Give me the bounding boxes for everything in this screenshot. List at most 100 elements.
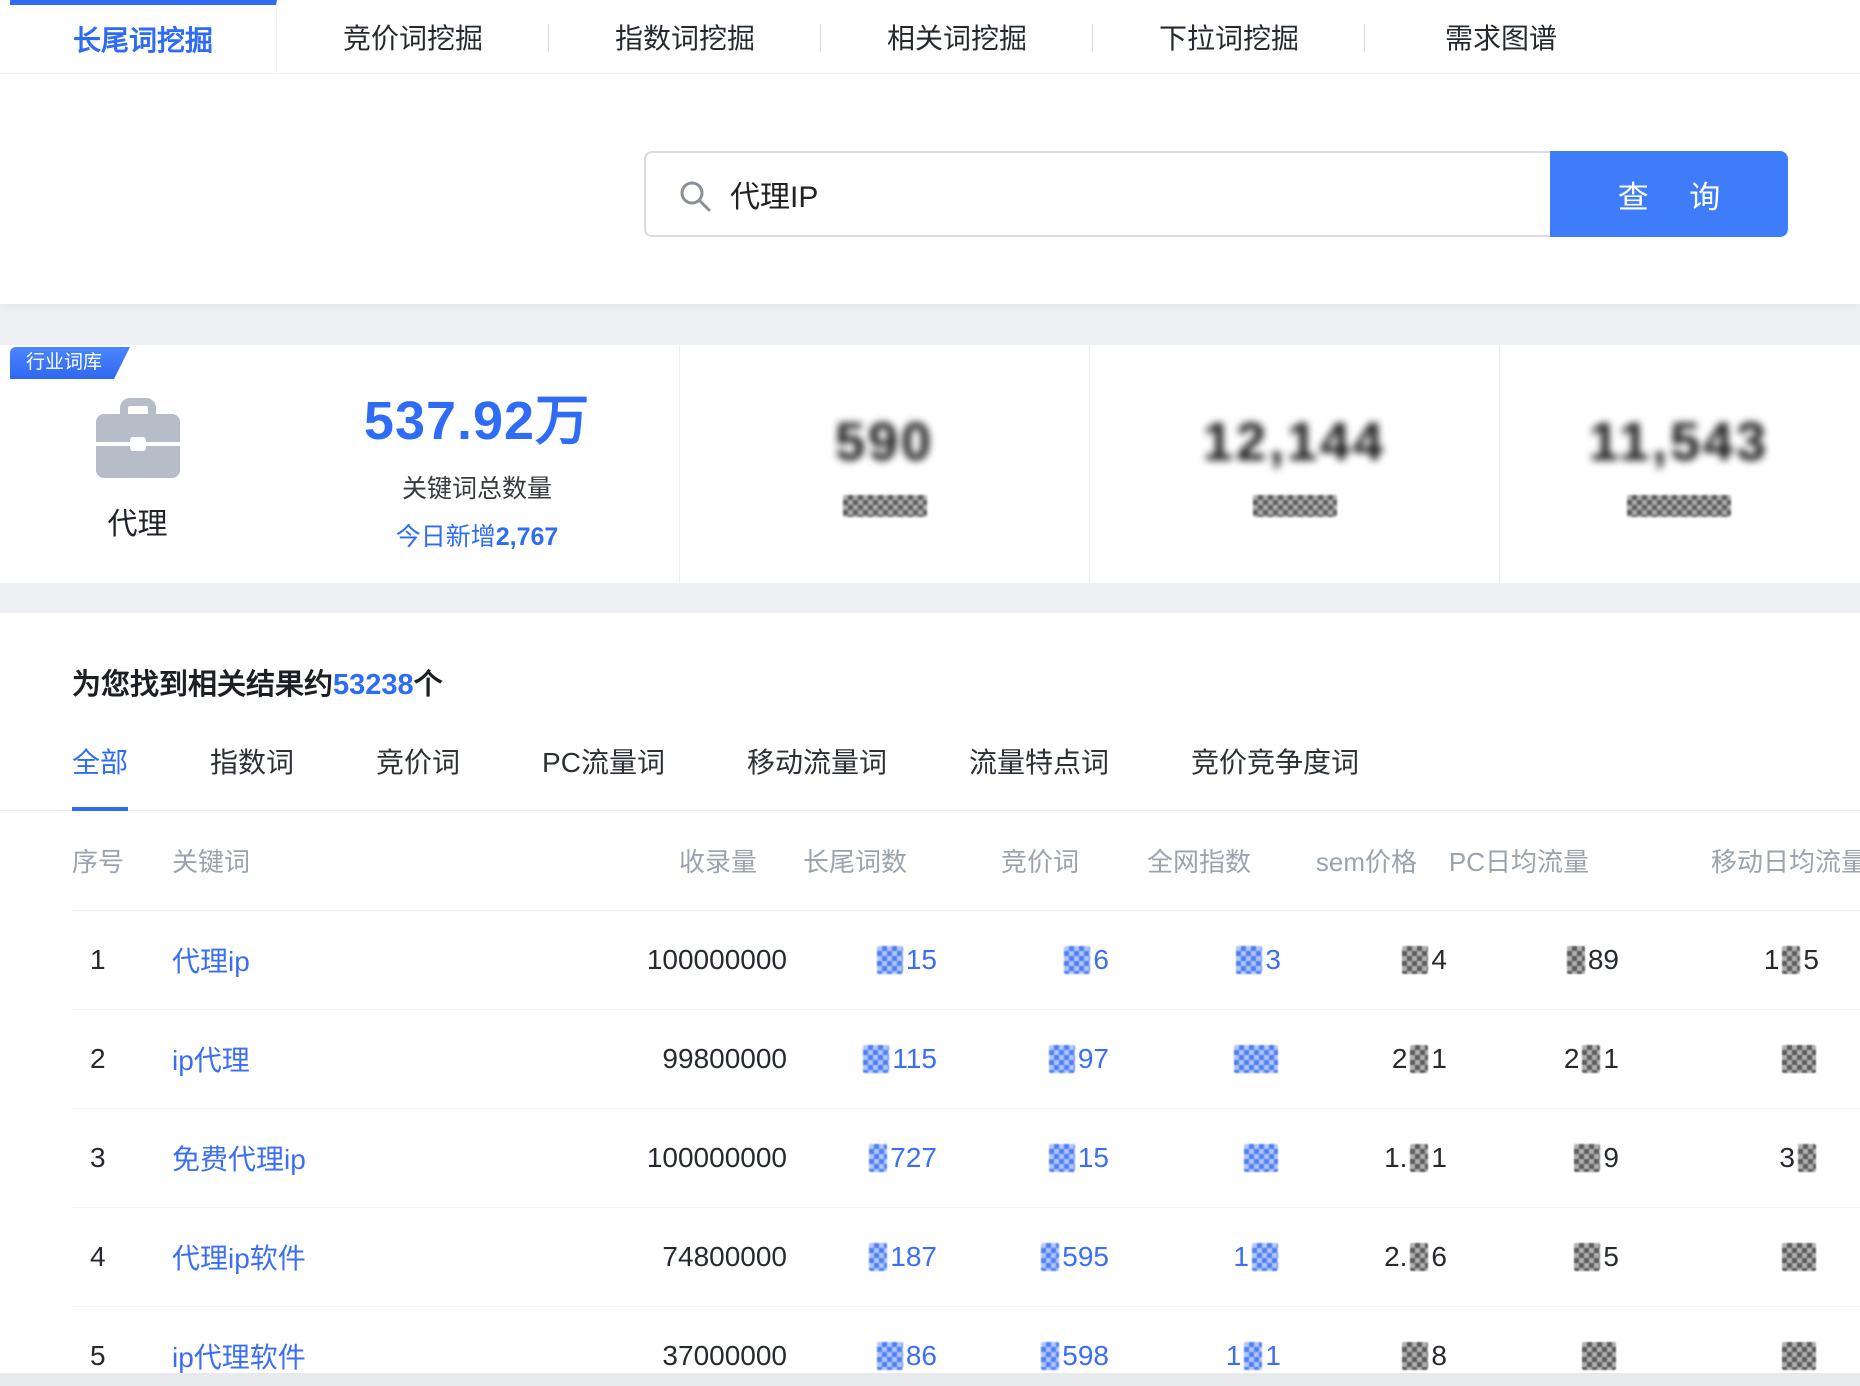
result-filter-tabs: 全部 指数词 竞价词 PC流量词 移动流量词 流量特点词 竞价竞争度词 [0,741,1860,811]
results-panel: 为您找到相关结果约53238个 全部 指数词 竞价词 PC流量词 移动流量词 流… [0,613,1860,1386]
mobile-traffic-cell [1619,1045,1819,1073]
industry-lexicon-card: 行业词库 代理 537.92万 关键词总数量 今日新增2,767 59 [0,345,1860,583]
search-area: 查 询 [644,151,1860,237]
censor-mosaic [1244,1144,1278,1172]
netindex-cell: 1 [1109,1241,1281,1273]
censor-mosaic [1567,946,1585,974]
tab-demand-graph[interactable]: 需求图谱 [1365,0,1637,73]
longtail-cell: 86 [787,1340,937,1372]
table-header-row: 序号 关键词 收录量 长尾词数 竞价词 全网指数 sem价格 PC日均流量 移动… [72,811,1860,911]
censored-stat-label [1253,495,1337,517]
censor-mosaic [1064,946,1090,974]
censor-mosaic [1402,946,1428,974]
inclusion-cell: 99800000 [647,1043,787,1075]
censor-mosaic [1782,1243,1816,1271]
blurred-stat-column: 590 [680,345,1090,583]
filter-tab-indexwords[interactable]: 指数词 [210,741,294,810]
censor-mosaic [1782,946,1800,974]
tab-longtail-mining[interactable]: 长尾词挖掘 [10,0,277,73]
header-mobile-daily-traffic: 移动日均流量 [1619,842,1860,879]
keyword-link[interactable]: 代理ip软件 [172,1237,647,1277]
keyword-link[interactable]: 免费代理ip [172,1138,647,1178]
censor-mosaic [1410,1144,1428,1172]
censor-mosaic [1582,1045,1600,1073]
today-new-prefix: 今日新增 [396,523,496,551]
summary-suffix: 个 [414,669,443,701]
censor-mosaic [1244,1342,1262,1370]
mining-panel: 长尾词挖掘 竞价词挖掘 指数词挖掘 相关词挖掘 下拉词挖掘 需求图谱 [0,0,1860,304]
tab-dropdownword-mining[interactable]: 下拉词挖掘 [1093,0,1365,73]
censor-mosaic [1574,1243,1600,1271]
table-row[interactable]: 3 免费代理ip 100000000 727 15 1.1 9 3 [72,1109,1860,1208]
query-button[interactable]: 查 询 [1550,151,1788,237]
horizontal-scrollbar[interactable] [0,1373,1860,1386]
blurred-stat-column: 11,543 [1500,345,1858,583]
results-summary: 为您找到相关结果约53238个 [0,613,1860,703]
briefcase-icon [90,396,186,484]
tab-label: 竞价词挖掘 [343,17,483,57]
header-keyword: 关键词 [172,842,647,879]
pc-traffic-cell [1447,1342,1619,1370]
tab-label: 长尾词挖掘 [73,19,213,59]
pc-traffic-cell: 21 [1447,1043,1619,1075]
keyword-total-label: 关键词总数量 [275,469,679,505]
keyword-tool-page: 长尾词挖掘 竞价词挖掘 指数词挖掘 相关词挖掘 下拉词挖掘 需求图谱 [0,0,1860,1386]
sem-price-cell: 2.6 [1281,1241,1447,1273]
row-index: 4 [72,1241,172,1273]
search-box [644,151,1550,237]
tab-indexword-mining[interactable]: 指数词挖掘 [549,0,821,73]
summary-prefix: 为您找到相关结果约 [72,669,333,701]
table-row[interactable]: 4 代理ip软件 74800000 187 595 1 2.6 5 [72,1208,1860,1307]
censor-mosaic [1234,1045,1278,1073]
longtail-cell: 187 [787,1241,937,1273]
mobile-traffic-cell [1619,1342,1819,1370]
censor-mosaic [1410,1045,1428,1073]
tab-bidword-mining[interactable]: 竞价词挖掘 [277,0,549,73]
header-pc-daily-traffic: PC日均流量 [1449,842,1619,879]
censor-mosaic [869,1144,887,1172]
censor-mosaic [1252,1243,1278,1271]
censor-mosaic [1041,1243,1059,1271]
censor-mosaic [1574,1144,1600,1172]
censor-mosaic [863,1045,889,1073]
sem-price-cell: 1.1 [1281,1142,1447,1174]
censor-mosaic [1236,946,1262,974]
bidword-cell: 15 [937,1142,1109,1174]
keyword-link[interactable]: ip代理 [172,1039,647,1079]
tab-label: 指数词挖掘 [615,17,755,57]
row-index: 5 [72,1340,172,1372]
netindex-cell [1109,1144,1281,1172]
table-row[interactable]: 2 ip代理 99800000 115 97 21 21 [72,1010,1860,1109]
filter-tab-bid-competition[interactable]: 竞价竞争度词 [1191,741,1359,810]
censor-mosaic [1410,1243,1428,1271]
search-icon [678,179,712,213]
censored-stat-label [843,495,927,517]
table-row[interactable]: 1 代理ip 100000000 15 6 3 4 89 15 [72,911,1860,1010]
blurred-stat-column: 12,144 [1090,345,1500,583]
keyword-link[interactable]: 代理ip [172,940,647,980]
industry-summary-column: 代理 537.92万 关键词总数量 今日新增2,767 [0,345,680,583]
keyword-link[interactable]: ip代理软件 [172,1336,647,1376]
filter-tab-pc-traffic[interactable]: PC流量词 [542,741,665,810]
industry-icon-block: 代理 [0,386,275,543]
tab-relatedword-mining[interactable]: 相关词挖掘 [821,0,1093,73]
summary-count: 53238 [333,669,414,701]
mining-tab-bar: 长尾词挖掘 竞价词挖掘 指数词挖掘 相关词挖掘 下拉词挖掘 需求图谱 [0,0,1860,74]
search-input[interactable] [646,153,1550,235]
censored-stat-label [1627,495,1731,517]
bidword-cell: 598 [937,1340,1109,1372]
mobile-traffic-cell: 15 [1619,944,1819,976]
filter-tab-all[interactable]: 全部 [72,741,128,811]
netindex-cell: 3 [1109,944,1281,976]
tab-label: 下拉词挖掘 [1159,17,1299,57]
inclusion-cell: 37000000 [647,1340,787,1372]
inclusion-cell: 100000000 [647,1142,787,1174]
filter-tab-traffic-feature[interactable]: 流量特点词 [969,741,1109,810]
industry-lexicon-badge: 行业词库 [10,347,130,379]
filter-tab-bidwords[interactable]: 竞价词 [376,741,460,810]
censor-mosaic [1798,1144,1816,1172]
row-index: 1 [72,944,172,976]
tab-label: 相关词挖掘 [887,17,1027,57]
filter-tab-mobile-traffic[interactable]: 移动流量词 [747,741,887,810]
header-bidword: 竞价词 [1001,842,1109,879]
